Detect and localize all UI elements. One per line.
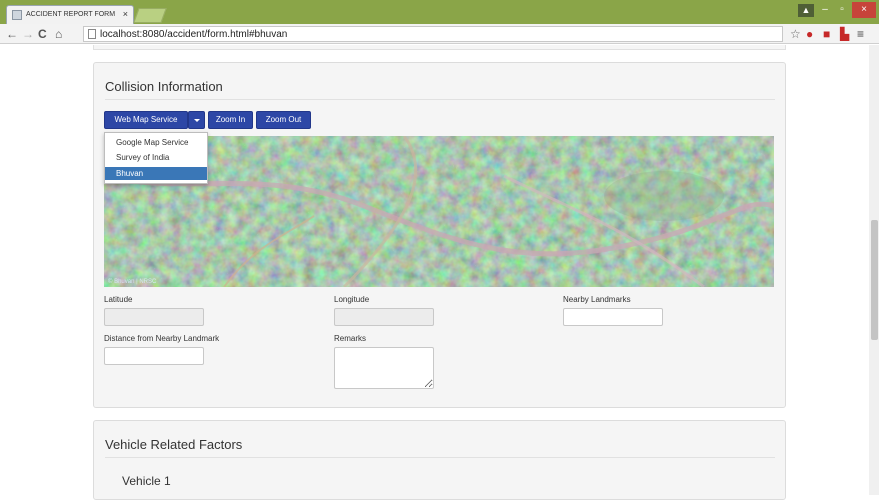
collision-panel-title: Collision Information — [105, 79, 223, 94]
map-option-bhuvan[interactable]: Bhuvan — [105, 167, 207, 180]
reload-icon[interactable]: C — [38, 26, 47, 42]
collision-panel-divider — [105, 99, 775, 100]
distance-label: Distance from Nearby Landmark — [104, 334, 220, 343]
nearby-landmarks-input[interactable] — [563, 308, 663, 326]
url-text: localhost:8080/accident/form.html#bhuvan — [100, 29, 288, 40]
scrollbar-thumb[interactable] — [871, 220, 878, 340]
browser-titlebar: ACCIDENT REPORT FORM × ▲ – ▫ × — [0, 0, 879, 24]
longitude-label: Longitude — [334, 295, 370, 304]
browser-tab[interactable]: ACCIDENT REPORT FORM × — [6, 5, 134, 24]
web-map-service-button[interactable]: Web Map Service — [104, 111, 188, 129]
distance-input[interactable] — [104, 347, 204, 365]
previous-panel-edge — [93, 45, 786, 50]
map-option-survey-of-india[interactable]: Survey of India — [105, 151, 207, 164]
map-attribution: © Bhuvan | NRSC — [108, 279, 157, 285]
zoom-out-button[interactable]: Zoom Out — [256, 111, 311, 129]
tab-title: ACCIDENT REPORT FORM — [26, 11, 116, 18]
browser-toolbar: ← → C ⌂ localhost:8080/accident/form.htm… — [0, 24, 879, 44]
tab-close-icon[interactable]: × — [123, 8, 128, 20]
map-service-dropdown-toggle[interactable] — [188, 111, 205, 129]
extension-icon-1[interactable]: ● — [806, 26, 813, 42]
vehicle-1-title: Vehicle 1 — [122, 474, 171, 488]
vehicle-related-factors-panel: Vehicle Related Factors Vehicle 1 — [93, 420, 786, 500]
menu-icon[interactable]: ≡ — [857, 26, 864, 42]
user-profile-icon[interactable]: ▲ — [798, 4, 814, 17]
latitude-input[interactable] — [104, 308, 204, 326]
vehicle-panel-title: Vehicle Related Factors — [105, 437, 243, 452]
new-tab-button[interactable] — [133, 8, 167, 23]
latitude-label: Latitude — [104, 295, 133, 304]
map-service-dropdown-menu: Google Map Service Survey of India Bhuva… — [104, 132, 208, 184]
forward-arrow-icon[interactable]: → — [22, 26, 34, 42]
extension-icon-3[interactable]: ▙ — [840, 26, 849, 42]
minimize-button[interactable]: – — [817, 2, 833, 18]
remarks-textarea[interactable] — [334, 347, 434, 389]
extension-icon-2[interactable]: ■ — [823, 26, 830, 42]
caret-down-icon — [194, 119, 200, 122]
vehicle-panel-divider — [105, 457, 775, 458]
remarks-label: Remarks — [334, 334, 367, 343]
map-option-google[interactable]: Google Map Service — [105, 136, 207, 149]
page-icon — [88, 29, 96, 39]
nearby-landmarks-label: Nearby Landmarks — [563, 295, 631, 304]
longitude-input[interactable] — [334, 308, 434, 326]
address-bar[interactable]: localhost:8080/accident/form.html#bhuvan — [83, 26, 783, 42]
home-icon[interactable]: ⌂ — [55, 26, 62, 42]
bookmark-star-icon[interactable]: ☆ — [790, 26, 801, 42]
page-favicon-icon — [12, 10, 22, 20]
zoom-in-button[interactable]: Zoom In — [208, 111, 253, 129]
maximize-button[interactable]: ▫ — [834, 2, 850, 18]
close-window-button[interactable]: × — [852, 2, 876, 18]
back-arrow-icon[interactable]: ← — [6, 26, 18, 42]
